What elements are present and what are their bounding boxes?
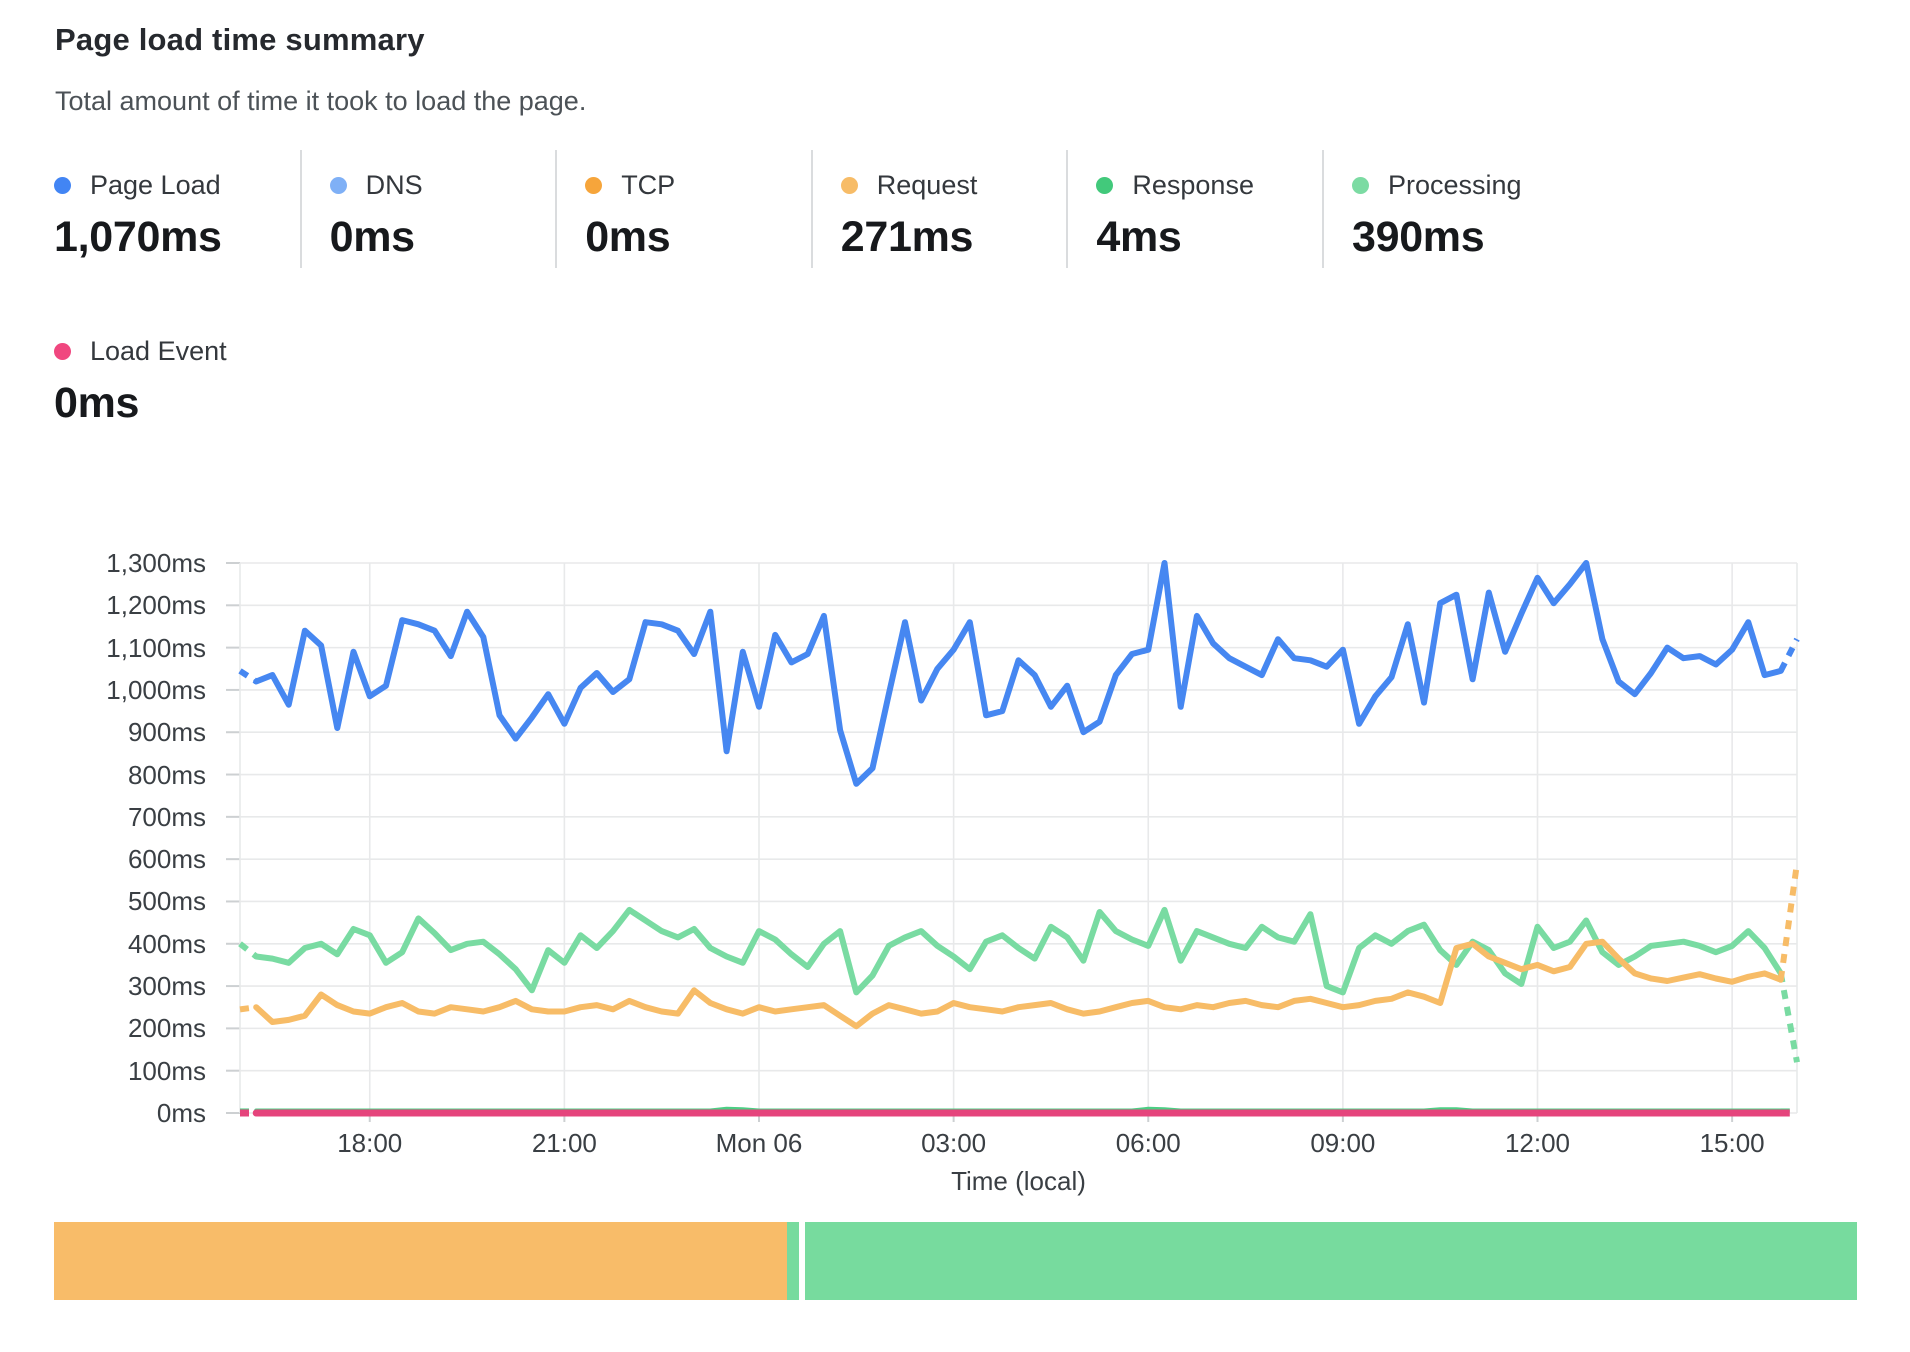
y-axis-label: 500ms — [0, 886, 206, 916]
y-axis-label: 800ms — [0, 760, 206, 790]
x-axis-label: 15:00 — [1647, 1128, 1817, 1158]
series-page-load-trail-dash — [1781, 639, 1797, 671]
y-axis-label: 0ms — [0, 1098, 206, 1128]
y-axis-label: 100ms — [0, 1056, 206, 1086]
series-processing-line — [256, 910, 1781, 993]
gridlines — [226, 563, 1797, 1122]
series-page-load — [240, 563, 1797, 784]
bar-segment-response-share — [787, 1222, 799, 1300]
y-axis-label: 300ms — [0, 971, 206, 1001]
x-axis-label: 03:00 — [869, 1128, 1039, 1158]
x-axis-title: Time (local) — [869, 1166, 1169, 1196]
y-axis-label: 600ms — [0, 844, 206, 874]
x-axis-label: Mon 06 — [674, 1128, 844, 1158]
x-axis-label: 21:00 — [479, 1128, 649, 1158]
y-axis-label: 1,000ms — [0, 675, 206, 705]
x-axis-label: 06:00 — [1063, 1128, 1233, 1158]
bar-segment-request-share — [54, 1222, 787, 1300]
y-axis-label: 900ms — [0, 717, 206, 747]
series-page-load-line — [256, 563, 1781, 784]
y-axis-label: 700ms — [0, 802, 206, 832]
y-axis-label: 1,100ms — [0, 633, 206, 663]
y-axis-label: 400ms — [0, 929, 206, 959]
y-axis-label: 1,300ms — [0, 548, 206, 578]
series-processing-lead-dash — [240, 944, 256, 957]
load-time-breakdown-bar — [54, 1222, 1857, 1300]
y-axis-label: 200ms — [0, 1013, 206, 1043]
x-axis-label: 18:00 — [285, 1128, 455, 1158]
page: { "header": { "title": "Page load time s… — [0, 0, 1910, 1352]
y-axis-label: 1,200ms — [0, 590, 206, 620]
x-axis-label: 09:00 — [1258, 1128, 1428, 1158]
x-axis-label: 12:00 — [1453, 1128, 1623, 1158]
series-request-trail-dash — [1781, 863, 1797, 979]
series-request-line — [256, 942, 1781, 1027]
bar-segment-processing-share — [805, 1222, 1857, 1300]
